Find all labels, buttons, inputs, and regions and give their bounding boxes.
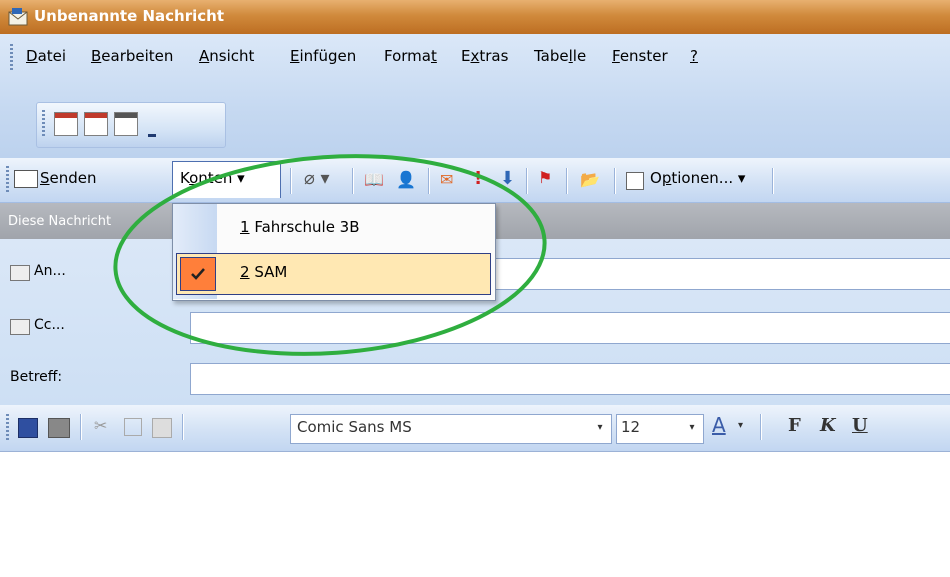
message-body[interactable] — [0, 451, 950, 577]
new-message-icon[interactable] — [84, 112, 108, 136]
separator — [182, 414, 184, 440]
subject-field[interactable] — [190, 363, 950, 395]
info-bar-text: Diese Nachricht — [8, 214, 112, 229]
underline-button[interactable]: U — [852, 415, 868, 436]
menu-ansicht[interactable]: Ansicht — [199, 47, 254, 65]
accounts-button[interactable]: Konten ▾ — [180, 169, 245, 187]
separator — [772, 168, 774, 194]
accounts-menu-item-2[interactable]: 2 SAM — [240, 263, 287, 281]
separator — [614, 168, 616, 194]
envelope-icon — [8, 8, 28, 26]
new-document-icon[interactable] — [54, 112, 78, 136]
separator — [80, 414, 82, 440]
bold-button[interactable]: F — [788, 415, 801, 436]
menubar-grip[interactable] — [10, 44, 13, 70]
print-icon[interactable] — [48, 418, 70, 438]
toolbar-grip[interactable] — [42, 110, 45, 136]
check-names-icon[interactable]: 👤 — [396, 170, 416, 189]
mail-icon[interactable]: ✉ — [440, 170, 453, 189]
low-importance-icon[interactable]: ⬇ — [500, 168, 515, 189]
window-title: Unbenannte Nachricht — [34, 7, 225, 25]
separator — [428, 168, 430, 194]
font-name-combo[interactable]: Comic Sans MS ▾ — [290, 414, 612, 444]
format-toolbar-grip[interactable] — [6, 414, 9, 440]
menu-extras[interactable]: Extras — [461, 47, 508, 65]
cc-field[interactable] — [190, 312, 950, 344]
flag-icon[interactable]: ⚑ — [538, 168, 552, 187]
item-label: SAM — [254, 263, 288, 281]
paste-icon[interactable] — [152, 418, 172, 438]
menu-datei[interactable]: Datei — [26, 47, 66, 65]
copy-icon[interactable] — [124, 418, 142, 436]
attach-icon[interactable]: ⌀ ▾ — [304, 168, 330, 189]
separator — [526, 168, 528, 194]
separator — [566, 168, 568, 194]
send-icon[interactable] — [14, 170, 38, 188]
separator — [290, 168, 292, 194]
menu-einfuegen[interactable]: Einfügen — [290, 47, 356, 65]
font-size-value: 12 — [621, 418, 641, 436]
checkmark-icon — [180, 257, 216, 291]
address-book-icon[interactable] — [10, 265, 30, 281]
item-number: 1 — [240, 218, 250, 236]
address-book-icon[interactable] — [10, 319, 30, 335]
chevron-down-icon[interactable]: ▾ — [738, 420, 743, 431]
font-color-button[interactable]: A — [712, 413, 726, 437]
options-icon[interactable] — [626, 172, 644, 190]
high-importance-icon[interactable]: ! — [474, 168, 482, 189]
chevron-down-icon[interactable]: ▾ — [591, 418, 609, 438]
send-button[interactable]: Senden — [40, 169, 97, 187]
main-toolbar-grip[interactable] — [6, 166, 9, 192]
options-button[interactable]: Optionen... ▾ — [650, 169, 745, 187]
address-book-icon[interactable]: 📖 — [364, 170, 384, 189]
to-button[interactable]: An... — [34, 263, 66, 279]
subject-label: Betreff: — [10, 369, 63, 385]
font-name-value: Comic Sans MS — [297, 418, 412, 436]
menu-fenster[interactable]: Fenster — [612, 47, 668, 65]
template-icon[interactable] — [114, 112, 138, 136]
item-number: 2 — [240, 263, 250, 281]
font-size-combo[interactable]: 12 ▾ — [616, 414, 704, 444]
cc-button[interactable]: Cc... — [34, 317, 65, 333]
accounts-menu-item-2-highlight[interactable] — [176, 253, 491, 295]
accounts-menu-item-1[interactable]: 1 Fahrschule 3B — [240, 218, 360, 236]
menu-bearbeiten[interactable]: Bearbeiten — [91, 47, 173, 65]
separator — [352, 168, 354, 194]
menu-format[interactable]: Format — [384, 47, 437, 65]
toolbar-overflow-icon[interactable] — [148, 134, 156, 137]
italic-button[interactable]: K — [820, 415, 836, 436]
chevron-down-icon[interactable]: ▾ — [683, 418, 701, 438]
cut-icon[interactable]: ✂ — [94, 416, 107, 435]
separator — [760, 414, 762, 440]
folder-icon[interactable]: 📂 — [580, 170, 600, 189]
save-icon[interactable] — [18, 418, 38, 438]
menu-tabelle[interactable]: Tabelle — [534, 47, 586, 65]
item-label: Fahrschule 3B — [254, 218, 360, 236]
menu-help[interactable]: ? — [690, 47, 698, 65]
